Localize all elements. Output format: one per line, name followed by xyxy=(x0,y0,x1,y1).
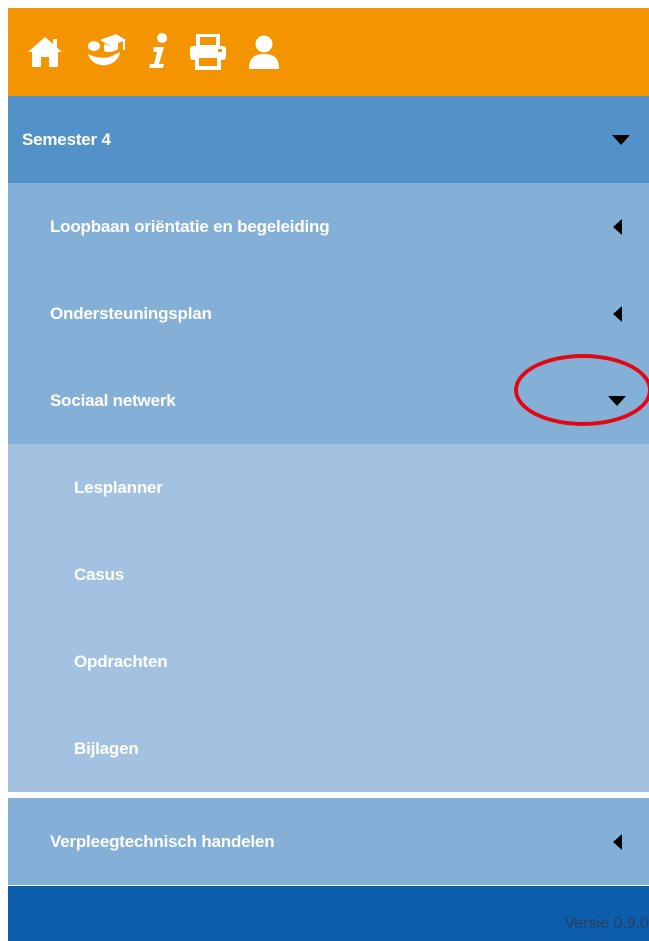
version-label: Versie 0.9.0 xyxy=(564,915,649,932)
menu-semester[interactable]: Semester 4 xyxy=(8,96,649,183)
caret-down-icon xyxy=(603,395,631,406)
info-icon[interactable] xyxy=(146,30,170,74)
print-icon[interactable] xyxy=(188,30,228,74)
menu-item-loopbaan[interactable]: Loopbaan oriëntatie en begeleiding xyxy=(8,183,649,270)
menu-item-label: Ondersteuningsplan xyxy=(50,303,212,323)
menu-item-label: Sociaal netwerk xyxy=(50,390,176,410)
submenu-item-label: Casus xyxy=(74,564,125,584)
menu-item-sociaal-netwerk[interactable]: Sociaal netwerk xyxy=(8,357,649,444)
submenu-item-bijlagen[interactable]: Bijlagen xyxy=(8,705,649,792)
top-toolbar xyxy=(8,8,649,96)
menu-semester-label: Semester 4 xyxy=(22,129,111,149)
footer: Versie 0.9.0 xyxy=(8,886,649,941)
submenu-item-label: Lesplanner xyxy=(74,477,163,497)
submenu-item-opdrachten[interactable]: Opdrachten xyxy=(8,618,649,705)
app-frame: Semester 4 Loopbaan oriëntatie en begele… xyxy=(8,8,649,941)
menu-item-ondersteuningsplan[interactable]: Ondersteuningsplan xyxy=(8,270,649,357)
caret-left-icon xyxy=(603,218,631,235)
caret-left-icon xyxy=(603,833,631,850)
caret-left-icon xyxy=(603,305,631,322)
caret-down-icon xyxy=(607,134,635,145)
submenu-item-lesplanner[interactable]: Lesplanner xyxy=(8,444,649,531)
user-icon[interactable] xyxy=(246,30,282,74)
menu-item-label: Verpleegtechnisch handelen xyxy=(50,831,275,851)
submenu-item-label: Bijlagen xyxy=(74,738,139,758)
menu-item-label: Loopbaan oriëntatie en begeleiding xyxy=(50,216,330,236)
submenu-item-casus[interactable]: Casus xyxy=(8,531,649,618)
graduation-cap-hand-icon[interactable] xyxy=(82,30,128,74)
menu-item-verpleegtechnisch[interactable]: Verpleegtechnisch handelen xyxy=(8,798,649,885)
submenu-item-label: Opdrachten xyxy=(74,651,168,671)
home-icon[interactable] xyxy=(26,30,64,74)
